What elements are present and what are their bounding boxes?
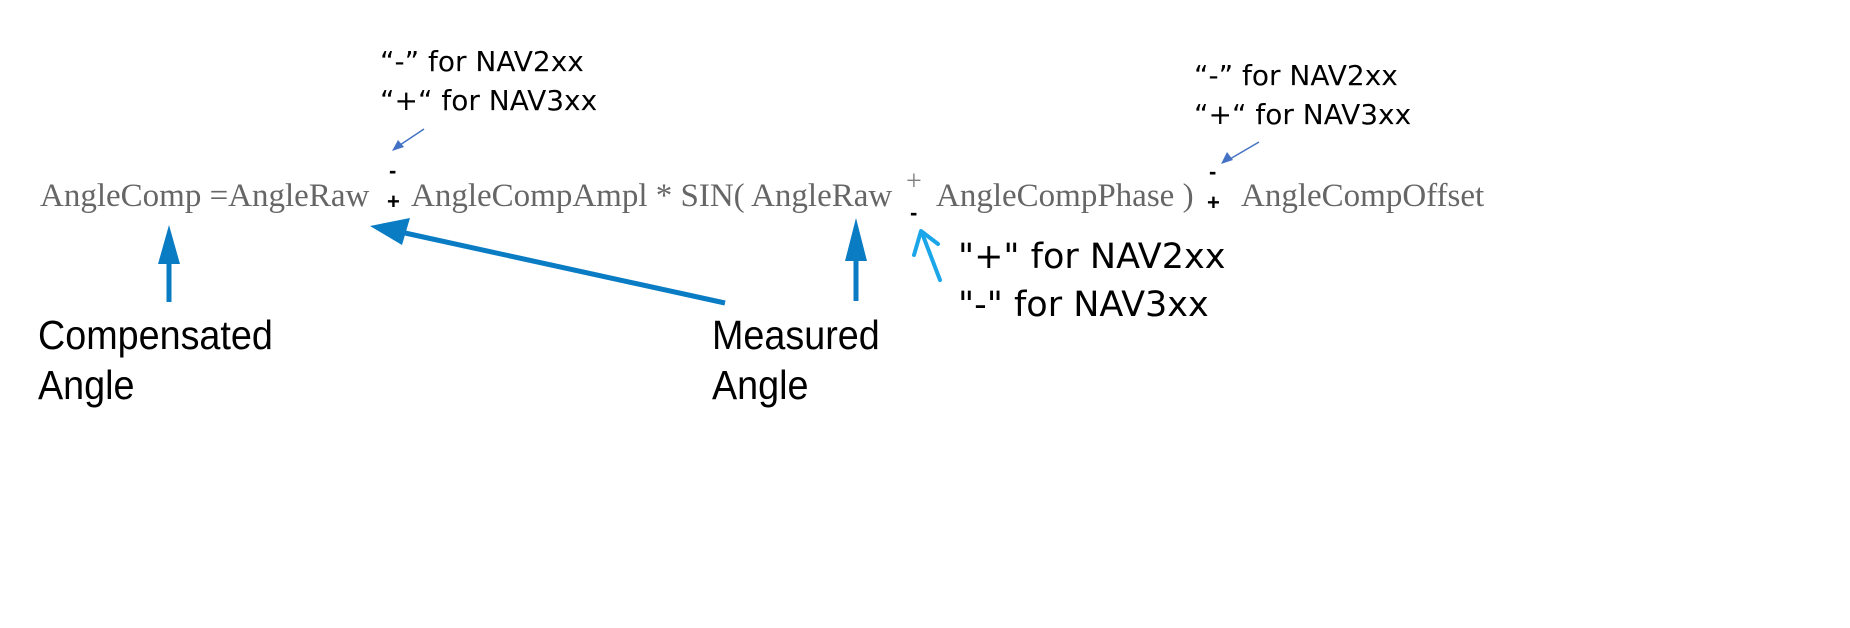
diagonal-arrow-icon-measured (370, 218, 726, 306)
thin-arrow-icon-1 (392, 128, 425, 151)
arrows-layer (158, 128, 1260, 306)
up-arrow-icon-compensated (158, 225, 180, 302)
handdrawn-arrow-icon (912, 229, 942, 282)
up-arrow-icon-measured (845, 218, 867, 301)
thin-arrow-icon-2 (1221, 141, 1260, 164)
